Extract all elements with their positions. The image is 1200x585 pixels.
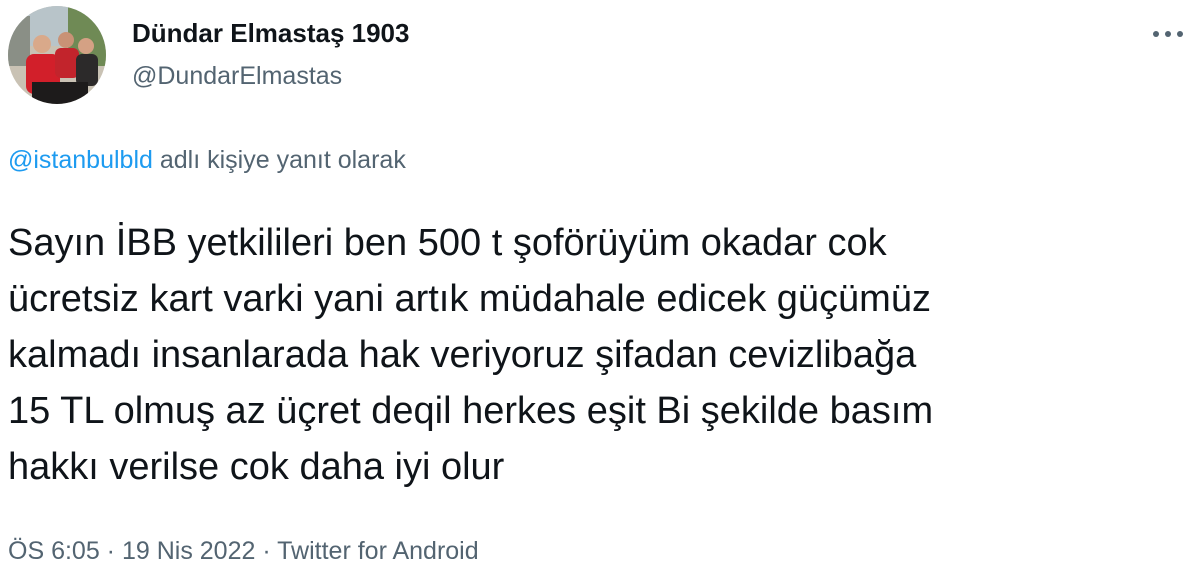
meta-separator: ·	[99, 537, 122, 565]
more-horizontal-icon	[1153, 31, 1183, 37]
tweet-date[interactable]: 19 Nis 2022	[122, 537, 255, 565]
tweet-line: hakkı verilse cok daha iyi olur	[8, 446, 505, 488]
tweet-line: ücretsiz kart varki yani artık müdahale …	[8, 278, 931, 320]
profile-photo-icon	[8, 6, 106, 104]
tweet-time[interactable]: ÖS 6:05	[8, 537, 100, 565]
tweet-card: Dündar Elmastaş 1903 @DundarElmastas @is…	[0, 0, 1200, 585]
avatar[interactable]	[8, 6, 106, 104]
tweet-meta: ÖS 6:05 · 19 Nis 2022 · Twitter for Andr…	[8, 537, 479, 566]
reply-context: @istanbulbld adlı kişiye yanıt olarak	[8, 146, 406, 175]
tweet-line: 15 TL olmuş az üçret deqil herkes eşit B…	[8, 390, 934, 432]
tweet-line: Sayın İBB yetkilileri ben 500 t şoförüyü…	[8, 222, 887, 264]
reply-suffix: adlı kişiye yanıt olarak	[152, 146, 406, 174]
tweet-line: kalmadı insanlarada hak veriyoruz şifada…	[8, 334, 917, 376]
tweet-text: Sayın İBB yetkilileri ben 500 t şoförüyü…	[8, 215, 1188, 495]
more-options-button[interactable]	[1150, 24, 1186, 44]
display-name[interactable]: Dündar Elmastaş 1903	[132, 18, 409, 49]
meta-separator: ·	[255, 537, 278, 565]
tweet-source[interactable]: Twitter for Android	[277, 537, 478, 565]
reply-mention-link[interactable]: @istanbulbld	[8, 146, 153, 174]
user-handle[interactable]: @DundarElmastas	[132, 62, 342, 91]
